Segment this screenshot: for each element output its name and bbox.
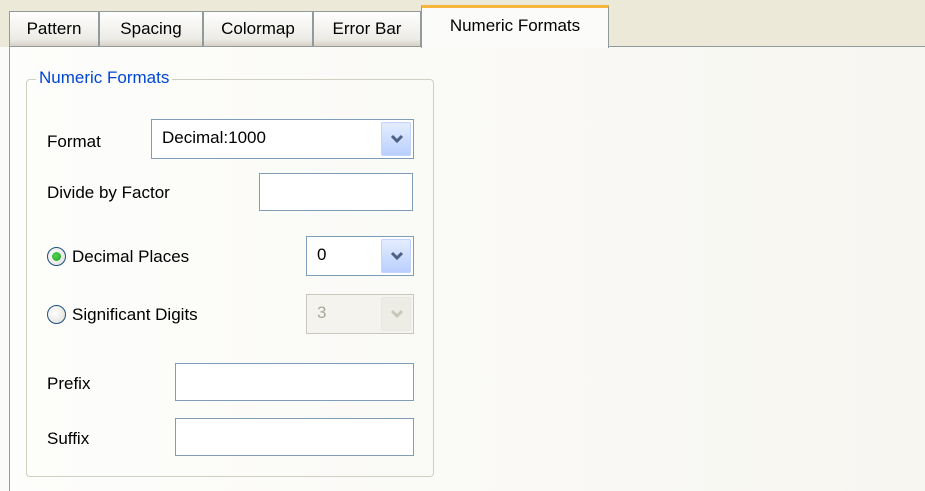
tab-numeric-formats[interactable]: Numeric Formats xyxy=(421,5,609,48)
decimal-places-value: 0 xyxy=(317,245,327,264)
radio-selected-dot xyxy=(52,252,61,261)
decimal-places-radio[interactable] xyxy=(47,247,66,266)
format-value: Decimal:1000 xyxy=(162,128,266,147)
divide-by-factor-input[interactable] xyxy=(259,173,413,211)
prefix-input[interactable] xyxy=(175,363,414,401)
divide-by-factor-label: Divide by Factor xyxy=(47,183,170,202)
tab-pattern[interactable]: Pattern xyxy=(9,11,99,46)
tab-error-bar[interactable]: Error Bar xyxy=(313,11,421,46)
group-title: Numeric Formats xyxy=(36,67,173,89)
prefix-label: Prefix xyxy=(47,374,91,393)
suffix-label: Suffix xyxy=(47,429,90,448)
chevron-down-icon xyxy=(381,297,411,331)
tab-spacing[interactable]: Spacing xyxy=(99,11,203,46)
suffix-input[interactable] xyxy=(175,418,414,456)
significant-digits-dropdown[interactable]: 3 xyxy=(306,294,414,334)
decimal-places-dropdown[interactable]: 0 xyxy=(306,236,414,276)
format-dropdown[interactable]: Decimal:1000 xyxy=(151,119,414,159)
format-label: Format xyxy=(47,132,101,151)
tab-colormap[interactable]: Colormap xyxy=(203,11,313,46)
significant-digits-radio[interactable] xyxy=(47,305,66,324)
significant-digits-label: Significant Digits xyxy=(72,305,198,324)
chevron-down-icon[interactable] xyxy=(381,122,411,156)
tab-strip: Pattern Spacing Colormap Error Bar Numer… xyxy=(0,0,925,48)
numeric-formats-dialog: Pattern Spacing Colormap Error Bar Numer… xyxy=(0,0,925,491)
chevron-down-icon[interactable] xyxy=(381,239,411,273)
decimal-places-label: Decimal Places xyxy=(72,247,190,266)
significant-digits-value: 3 xyxy=(317,303,327,322)
